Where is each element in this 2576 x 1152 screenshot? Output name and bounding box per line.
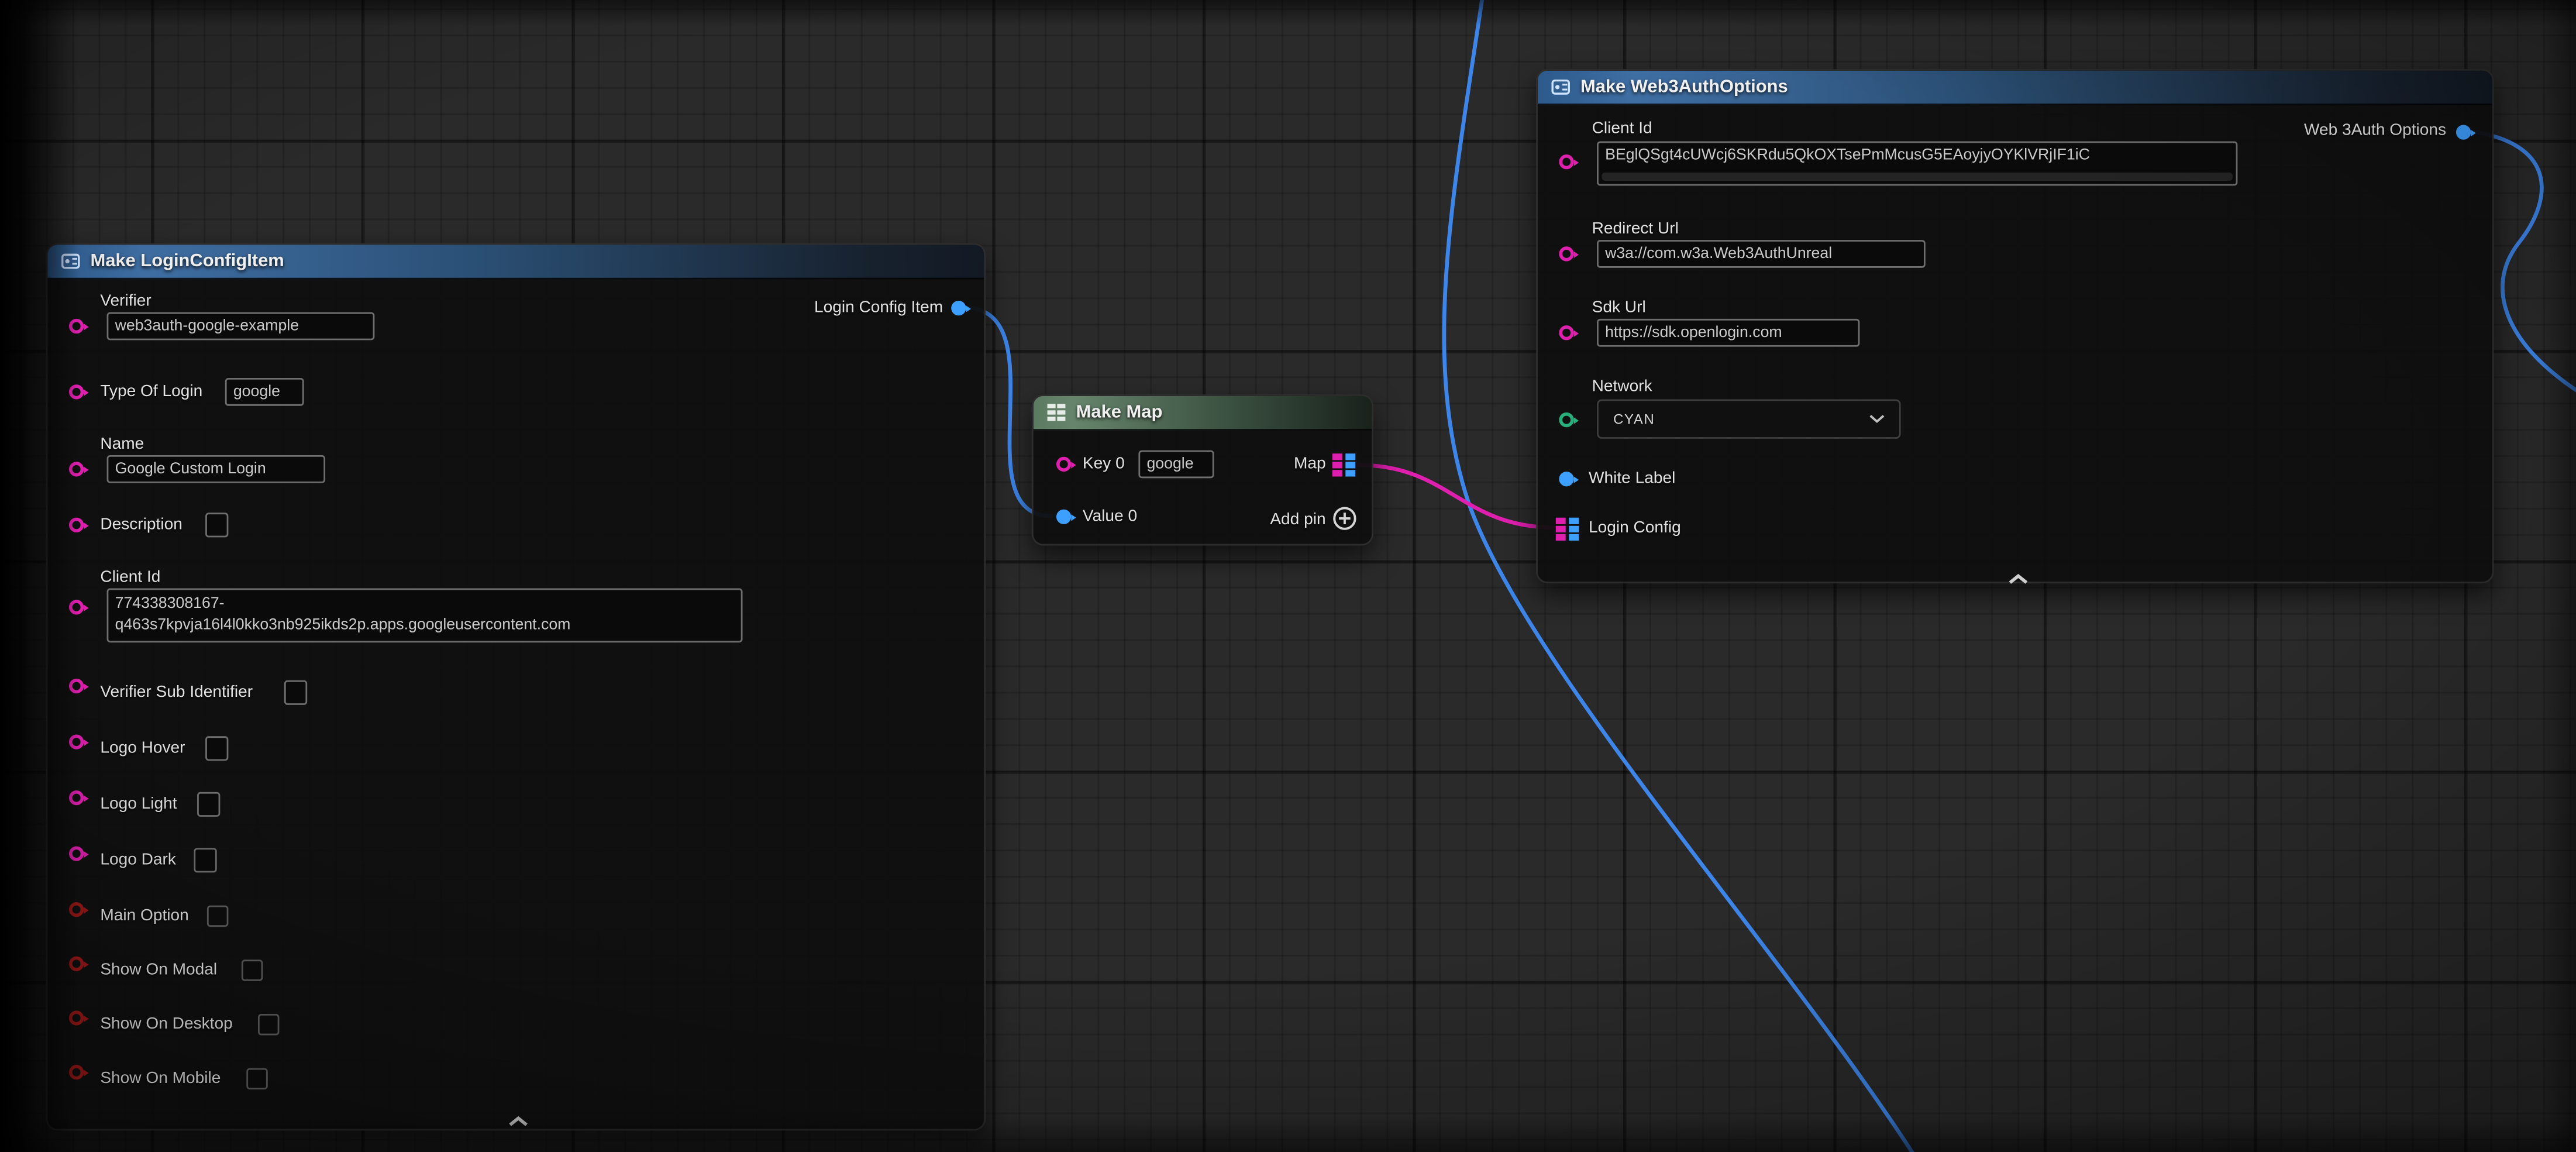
make-struct-icon	[61, 252, 81, 271]
client-id-input[interactable]: BEglQSgt4cUWcj6SKRdu5QkOXTsePmMcusG5EAoy…	[1597, 142, 2237, 186]
client-id-value: BEglQSgt4cUWcj6SKRdu5QkOXTsePmMcusG5EAoy…	[1605, 146, 2090, 164]
login-config-label: Login Config	[1589, 520, 1681, 538]
name-label: Name	[100, 435, 144, 453]
logo-dark-label: Logo Dark	[100, 851, 176, 869]
show-on-modal-pin[interactable]	[69, 957, 84, 971]
logo-hover-input[interactable]	[205, 736, 228, 761]
logo-dark-pin[interactable]	[69, 846, 84, 861]
network-label: Network	[1592, 378, 1652, 396]
client-id-input[interactable]: 774338308167- q463s7kpvja16l4l0kko3nb925…	[107, 589, 743, 643]
logo-light-label: Logo Light	[100, 795, 177, 813]
verifier-pin[interactable]	[69, 319, 84, 333]
wire-map-to-login-config[interactable]	[1359, 465, 1554, 528]
description-pin[interactable]	[69, 518, 84, 532]
client-id-scrollbar[interactable]	[1602, 173, 2233, 181]
description-input[interactable]	[205, 513, 228, 537]
show-on-mobile-checkbox[interactable]	[246, 1068, 268, 1090]
verifier-label: Verifier	[100, 293, 151, 311]
logo-hover-pin[interactable]	[69, 734, 84, 749]
chevron-collapse-icon[interactable]	[508, 1106, 529, 1136]
verifier-input[interactable]: web3auth-google-example	[107, 312, 375, 341]
value-0-pin[interactable]	[1056, 510, 1071, 524]
sdk-url-label: Sdk Url	[1592, 299, 1646, 317]
node-make-web3authoptions[interactable]: Make Web3AuthOptions Web 3Auth Options C…	[1536, 69, 2494, 583]
client-id-pin[interactable]	[69, 600, 84, 614]
white-label-pin[interactable]	[1559, 472, 1573, 486]
redirect-url-pin[interactable]	[1559, 246, 1573, 261]
add-pin-icon[interactable]	[1332, 506, 1357, 539]
blueprint-graph-canvas[interactable]: Make LoginConfigItem Login Config Item V…	[0, 0, 2576, 1152]
show-on-modal-label: Show On Modal	[100, 961, 217, 979]
network-dropdown-value: CYAN	[1613, 411, 1655, 427]
type-of-login-input[interactable]: google	[225, 378, 304, 406]
key-0-pin[interactable]	[1056, 457, 1071, 472]
sdk-url-pin[interactable]	[1559, 325, 1573, 340]
network-dropdown[interactable]: CYAN	[1597, 400, 1901, 439]
type-of-login-label: Type Of Login	[100, 383, 202, 401]
main-option-label: Main Option	[100, 907, 188, 925]
client-id-label: Client Id	[1592, 120, 1652, 138]
node-make-loginconfigitem[interactable]: Make LoginConfigItem Login Config Item V…	[46, 243, 986, 1131]
client-id-label: Client Id	[100, 569, 160, 587]
output-login-config-item-label: Login Config Item	[814, 299, 943, 317]
logo-dark-input[interactable]	[194, 848, 216, 872]
node-make-map[interactable]: Make Map Key 0 google Map Value 0 Add pi…	[1032, 394, 1373, 545]
map-output-grid-pin[interactable]	[1332, 453, 1355, 476]
show-on-modal-checkbox[interactable]	[242, 960, 263, 981]
node-header[interactable]: Make Map	[1034, 396, 1372, 431]
logo-hover-label: Logo Hover	[100, 740, 185, 758]
key-0-label: Key 0	[1083, 455, 1125, 473]
type-of-login-pin[interactable]	[69, 384, 84, 399]
name-input[interactable]: Google Custom Login	[107, 455, 326, 483]
redirect-url-input[interactable]: w3a://com.w3a.Web3AuthUnreal	[1597, 240, 1926, 268]
map-output-label: Map	[1294, 455, 1326, 473]
verifier-sub-identifier-input[interactable]	[284, 680, 307, 705]
show-on-mobile-label: Show On Mobile	[100, 1070, 221, 1088]
login-config-item-output-pin[interactable]	[951, 301, 966, 315]
logo-light-input[interactable]	[197, 792, 220, 817]
web3auth-options-output-label: Web 3Auth Options	[2304, 122, 2446, 140]
client-id-pin[interactable]	[1559, 154, 1573, 169]
logo-light-pin[interactable]	[69, 790, 84, 805]
value-0-label: Value 0	[1083, 508, 1137, 526]
node-header[interactable]: Make LoginConfigItem	[47, 245, 984, 279]
main-option-checkbox[interactable]	[207, 906, 229, 927]
show-on-desktop-checkbox[interactable]	[258, 1014, 280, 1036]
web3auth-options-output-pin[interactable]	[2456, 125, 2471, 139]
description-label: Description	[100, 516, 182, 534]
map-icon	[1046, 403, 1066, 422]
network-pin[interactable]	[1559, 412, 1573, 427]
chevron-collapse-icon[interactable]	[2007, 563, 2029, 593]
add-pin-label[interactable]: Add pin	[1270, 511, 1325, 529]
show-on-mobile-pin[interactable]	[69, 1065, 84, 1079]
verifier-sub-identifier-pin[interactable]	[69, 679, 84, 693]
show-on-desktop-label: Show On Desktop	[100, 1016, 232, 1034]
login-config-grid-pin[interactable]	[1556, 518, 1579, 541]
node-header[interactable]: Make Web3AuthOptions	[1538, 71, 2492, 105]
show-on-desktop-pin[interactable]	[69, 1010, 84, 1025]
redirect-url-label: Redirect Url	[1592, 220, 1679, 238]
make-struct-icon	[1551, 77, 1571, 97]
sdk-url-input[interactable]: https://sdk.openlogin.com	[1597, 319, 1859, 347]
node-title: Make Map	[1076, 403, 1163, 422]
verifier-sub-identifier-label: Verifier Sub Identifier	[100, 683, 253, 701]
dropdown-chevron-icon	[1869, 415, 1884, 423]
key-0-input[interactable]: google	[1138, 451, 1214, 479]
node-title: Make LoginConfigItem	[90, 252, 284, 271]
white-label-label: White Label	[1589, 470, 1675, 488]
name-pin[interactable]	[69, 462, 84, 476]
main-option-pin[interactable]	[69, 902, 84, 917]
node-title: Make Web3AuthOptions	[1580, 77, 1788, 97]
